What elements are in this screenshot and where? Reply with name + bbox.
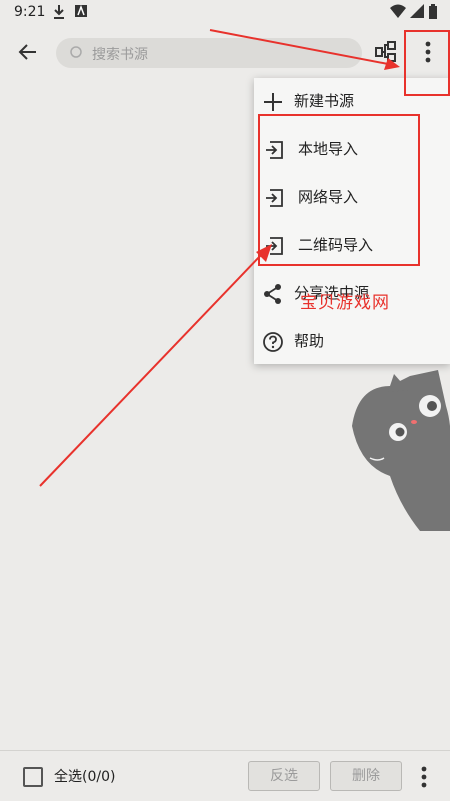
invert-selection-button[interactable]: 反选 <box>248 761 320 791</box>
select-all-label[interactable]: 全选(0/0) <box>54 766 115 786</box>
arrow-head-bottom <box>256 244 272 262</box>
bottom-action-bar: 全选(0/0) 反选 删除 <box>0 750 450 801</box>
arrow-line-bottom <box>39 253 263 487</box>
delete-button[interactable]: 删除 <box>330 761 402 791</box>
arrow-head-top <box>384 58 400 70</box>
select-all-checkbox[interactable] <box>23 767 43 787</box>
bottom-more-vert-icon[interactable] <box>414 763 434 791</box>
watermark-text: 宝贝游戏网 <box>300 293 390 313</box>
annotation-arrows <box>39 29 400 487</box>
arrow-line-top <box>209 29 389 65</box>
